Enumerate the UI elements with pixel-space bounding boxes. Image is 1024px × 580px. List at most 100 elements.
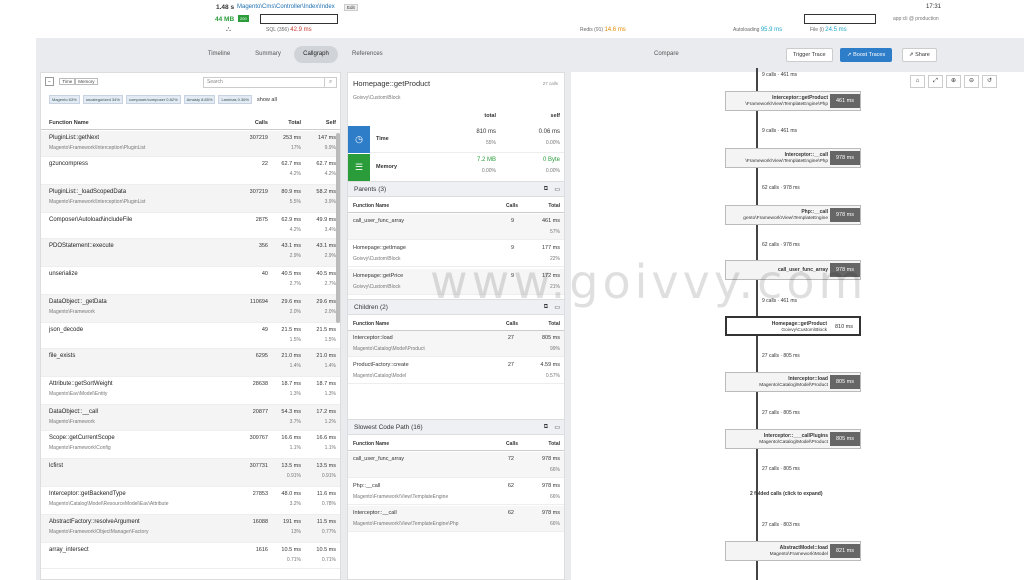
children-row[interactable]: Interceptor::load Magento\Catalog\Model\P… — [348, 331, 564, 357]
search-input[interactable]: Search ⌕ — [203, 77, 337, 88]
total-value: 4.59 ms — [540, 362, 560, 368]
window-icon[interactable]: ▭ — [554, 424, 560, 431]
calls-value: 22 — [261, 161, 268, 167]
boost-traces-button[interactable]: ➚ Boost Traces — [840, 48, 893, 62]
calls-value: 1616 — [255, 547, 268, 553]
table-row[interactable]: AbstractFactory::resolveArgument Magento\… — [41, 515, 340, 543]
show-all-link[interactable]: show all — [255, 96, 279, 104]
table-row[interactable]: file_exists 6295 21.0 ms 1.4% 21.0 ms 1.4% — [41, 349, 340, 377]
file-metric[interactable]: File (i) 24.5 ms — [810, 27, 847, 33]
filter-chip[interactable]: Amasty 8.85% — [183, 95, 216, 104]
table-row[interactable]: DataObject::__call Magento\Framework 20877… — [41, 405, 340, 431]
edit-button[interactable]: Edit — [344, 4, 358, 11]
table-row[interactable]: Scope::getCurrentScope Magento\Framework\… — [41, 431, 340, 459]
self-value: 13.5 ms — [316, 463, 336, 469]
node-title: Homepage::getProduct — [771, 321, 827, 327]
watermark: www.goivvy.com — [430, 255, 868, 309]
table-row[interactable]: json_decode 49 21.5 ms 1.5% 21.5 ms 1.5% — [41, 323, 340, 349]
col-function-name[interactable]: Function Name — [49, 120, 89, 126]
route-link[interactable]: Magento\Cms\Controller\Index\Index — [237, 4, 335, 10]
tab-timeline[interactable]: Timeline — [199, 46, 239, 63]
sitemap-icon[interactable]: ⛬ — [226, 26, 231, 34]
table-row[interactable]: Composer\Autoload\includeFile 2875 62.9 ms… — [41, 213, 340, 239]
filter-chip[interactable]: uncategorized 34% — [82, 95, 123, 104]
tab-callgraph[interactable]: Callgraph — [294, 46, 338, 63]
table-row[interactable]: PluginList::getNext Magento\Framework\Int… — [41, 131, 340, 157]
function-name: Interceptor::__call — [353, 510, 397, 516]
function-list-panel: − Time Memory Search ⌕ Magento 63% uncatego… — [40, 72, 341, 580]
total-percent: 1.1% — [289, 445, 301, 451]
self-percent: 0.91% — [321, 473, 336, 479]
table-row[interactable]: Attribute::getSortWeight Magento\Eav\Mode… — [41, 377, 340, 405]
trigger-trace-button[interactable]: Trigger Trace — [786, 48, 833, 62]
window-icon[interactable]: ▭ — [554, 186, 560, 193]
parents-row[interactable]: call_user_func_array 9 461 ms 57% — [348, 214, 564, 240]
slowest-table-header: Function Name Calls Total — [348, 437, 564, 451]
scrollbar[interactable] — [336, 133, 340, 323]
total-value: 54.3 ms — [281, 409, 301, 415]
function-namespace: Magento\Framework\Interception\PluginLis… — [49, 145, 146, 151]
profile-view: Timeline Summary Callgraph References Co… — [36, 38, 1024, 580]
search-icon[interactable]: ⌕ — [324, 78, 336, 87]
table-row[interactable]: PDOStatement::execute 356 43.1 ms 2.9% 43.1 … — [41, 239, 340, 267]
callgraph-node[interactable]: Php::__call gento\Framework\View\Template… — [725, 205, 861, 225]
reset-icon[interactable]: ↺ — [982, 75, 997, 88]
table-row[interactable]: DataObject::_getData Magento\Framework 110… — [41, 295, 340, 323]
sql-metric[interactable]: SQL (356) 42.9 ms — [266, 27, 312, 33]
slowest-row[interactable]: call_user_func_array 72 978 ms 66% — [348, 452, 564, 478]
tab-summary[interactable]: Summary — [246, 46, 290, 63]
tab-bar: Timeline Summary Callgraph — [36, 46, 366, 64]
autoload-metric[interactable]: Autoloading 95.9 ms — [733, 27, 782, 33]
table-row[interactable]: lcfirst 307731 13.5 ms 0.91% 13.5 ms 0.91% — [41, 459, 340, 487]
total-value: 21.0 ms — [281, 353, 301, 359]
function-namespace: Goivvy\Custom\Block — [353, 256, 401, 262]
parents-section-header[interactable]: Parents (3) ⧉ ▭ — [348, 181, 564, 197]
col-total: Total — [548, 321, 560, 327]
col-total: Total — [548, 203, 560, 209]
children-row[interactable]: ProductFactory::create Magento\Catalog\Mo… — [348, 358, 564, 384]
table-row[interactable]: unserialize 40 40.5 ms 2.7% 40.5 ms 2.7% — [41, 267, 340, 295]
folded-calls-link[interactable]: 2 folded calls (click to expand) — [750, 491, 823, 497]
callgraph-node[interactable]: AbstractModel::load Magento\Framework\Mod… — [725, 541, 861, 561]
compare-link[interactable]: Compare — [654, 46, 679, 63]
callgraph-node[interactable]: Interceptor::load Magento\Catalog\Model\P… — [725, 372, 861, 392]
memory-toggle[interactable]: Memory — [75, 78, 98, 85]
table-row[interactable]: Interceptor::getBackendType Magento\Catal… — [41, 487, 340, 515]
slowest-section-header[interactable]: Slowest Code Path (16) ⧉ ▭ — [348, 419, 564, 435]
col-calls[interactable]: Calls — [255, 120, 268, 126]
share-button[interactable]: ⇗ Share — [902, 48, 937, 62]
table-row[interactable]: array_intersect 1616 10.5 ms 0.71% 10.5 ms 0.… — [41, 543, 340, 569]
function-name: json_decode — [49, 327, 84, 333]
time-toggle[interactable]: Time — [59, 78, 76, 85]
redis-metric[interactable]: Redis (91) 14.6 ms — [580, 27, 626, 33]
callgraph-node[interactable]: Homepage::getProduct Goivvy\Custom\Block 8… — [725, 316, 861, 336]
filter-chip[interactable]: Laminas 0.36% — [218, 95, 253, 104]
callgraph-node[interactable]: Interceptor::__call \Framework\View\Templ… — [725, 148, 861, 168]
callgraph-node[interactable]: Interceptor::___callPlugins Magento\Catal… — [725, 429, 861, 449]
table-row[interactable]: gzuncompress 22 62.7 ms 4.2% 62.7 ms 4.2% — [41, 157, 340, 185]
edge-label: 27 calls · 805 ms — [760, 410, 802, 416]
fit-icon[interactable]: ⤢ — [928, 75, 943, 88]
expand-icon[interactable]: ⧉ — [544, 424, 548, 431]
edge-line — [756, 68, 758, 91]
total-percent: 13% — [290, 529, 301, 535]
col-self[interactable]: Self — [326, 120, 336, 126]
self-percent: 1.4% — [324, 363, 336, 369]
slowest-row[interactable]: Php::__call Magento\Framework\View\Templa… — [348, 479, 564, 505]
self-value: 16.6 ms — [316, 435, 336, 441]
zoom-in-icon[interactable]: ⊕ — [946, 75, 961, 88]
self-percent: 1.5% — [324, 337, 336, 343]
collapse-icon[interactable]: − — [45, 77, 54, 86]
slowest-row[interactable]: Interceptor::__call Magento\Framework\Vie… — [348, 506, 564, 532]
filter-chip[interactable]: Magento 63% — [49, 95, 80, 104]
col-total[interactable]: Total — [288, 120, 301, 126]
callgraph-node[interactable]: Interceptor::getProduct \Framework\View\T… — [725, 91, 861, 111]
calls-value: 27 — [507, 362, 514, 368]
filter-chip[interactable]: composer/composer 0.82% — [125, 95, 181, 104]
clock: 17:31 — [926, 4, 942, 10]
expand-icon[interactable]: ⧉ — [544, 186, 548, 193]
tab-references[interactable]: References — [352, 46, 383, 63]
home-icon[interactable]: ⌂ — [910, 75, 925, 88]
zoom-out-icon[interactable]: ⊖ — [964, 75, 979, 88]
table-row[interactable]: PluginList::_loadScopedData Magento\Frame… — [41, 185, 340, 213]
